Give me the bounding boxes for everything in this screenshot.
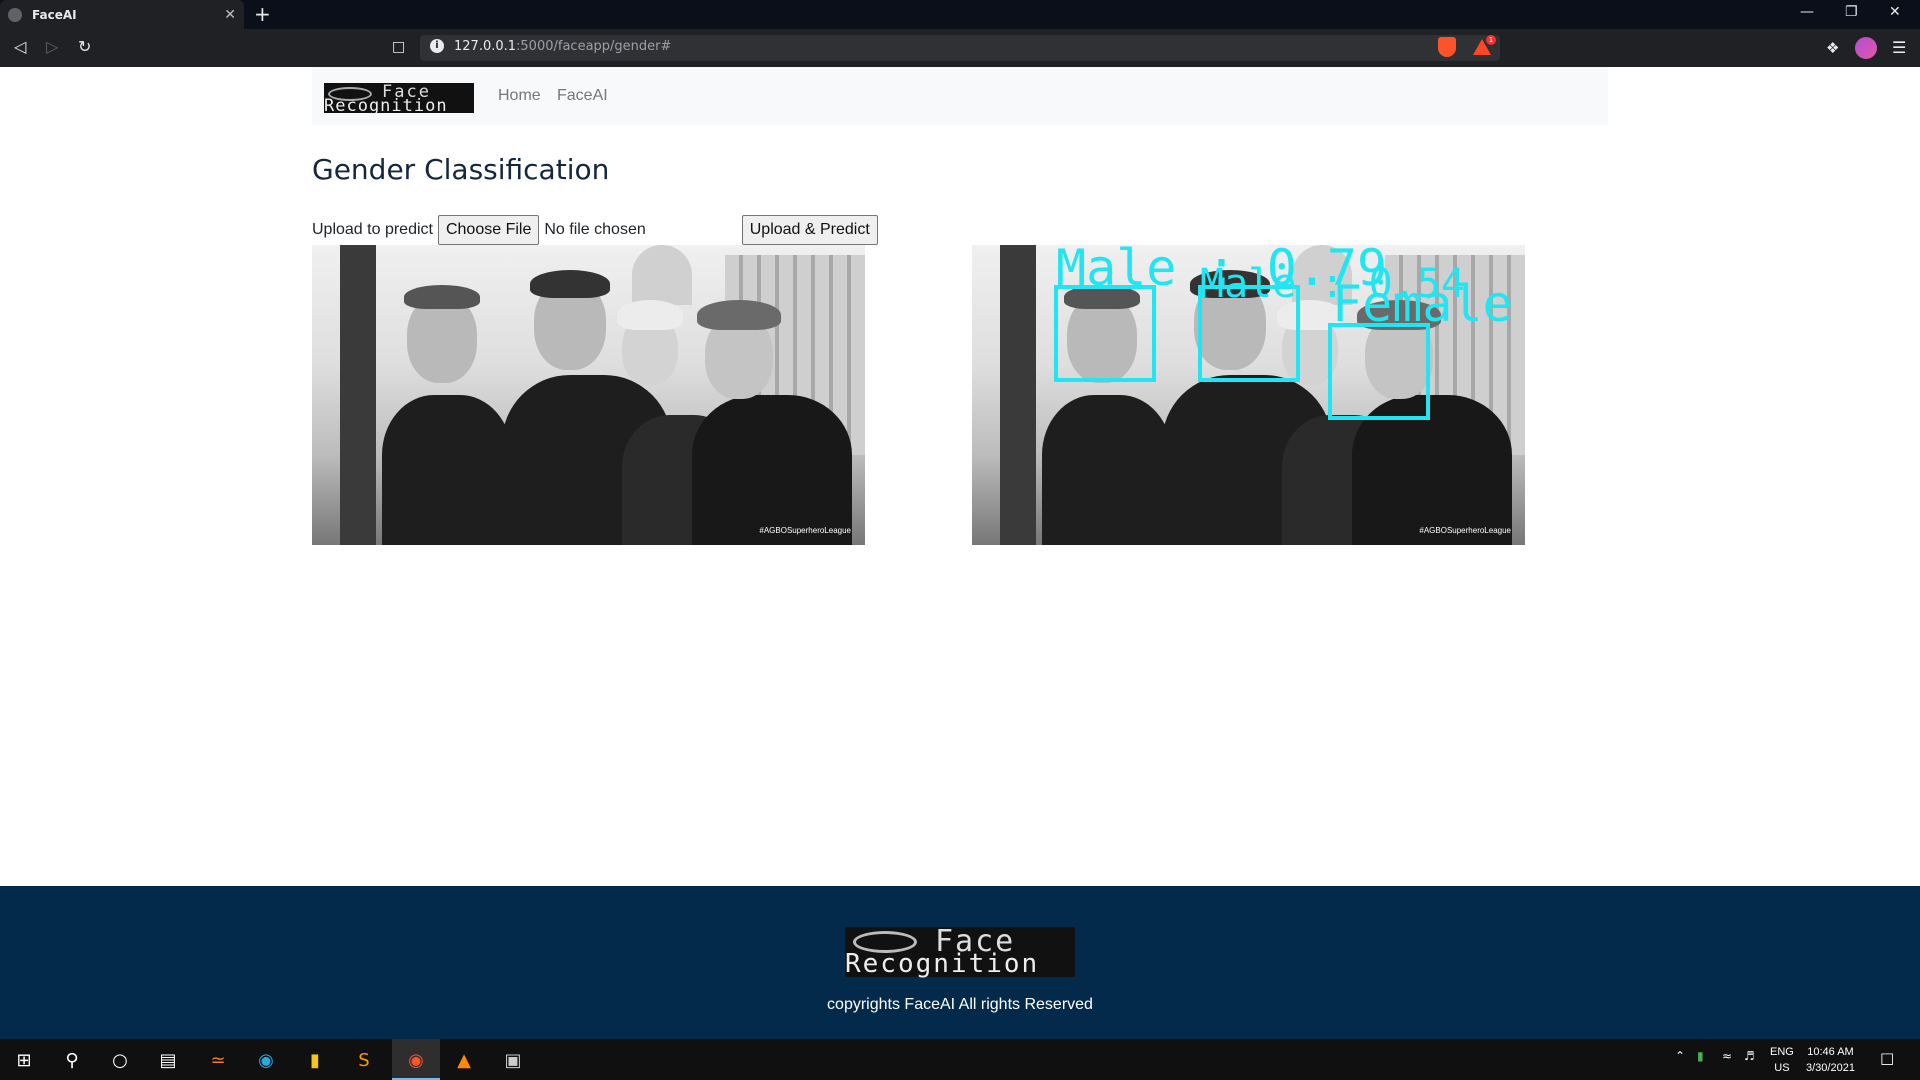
browser-tabbar: FaceAI ✕ + — ❐ ✕ <box>0 0 1920 29</box>
terminal-icon[interactable]: ▣ <box>500 1047 526 1073</box>
start-icon[interactable]: ⊞ <box>11 1047 37 1073</box>
new-tab-button[interactable]: + <box>254 4 271 24</box>
detection-box-3 <box>1328 323 1430 420</box>
prediction-image: #AGBOSuperheroLeague Male : 0.79 Male : … <box>972 245 1525 545</box>
volume-icon[interactable]: ♬ <box>1744 1049 1755 1063</box>
clock[interactable]: 10:46 AM 3/30/2021 <box>1806 1044 1855 1076</box>
window-close-icon[interactable]: ✕ <box>1889 4 1901 20</box>
watermark: #AGBOSuperheroLeague <box>1419 526 1511 535</box>
upload-label: Upload to predict <box>312 221 433 238</box>
rewards-badge: 1 <box>1486 35 1496 45</box>
wifi-icon[interactable]: ≈ <box>1722 1049 1732 1063</box>
upload-predict-button[interactable]: Upload & Predict <box>741 215 878 245</box>
choose-file-button[interactable]: Choose File <box>437 215 540 245</box>
site-footer: Face Recognition copyrights FaceAI All r… <box>0 886 1920 1039</box>
input-image: #AGBOSuperheroLeague <box>312 245 865 545</box>
footer-logo-line2: Recognition <box>845 949 1040 979</box>
site-navbar: Face Recognition Home FaceAI <box>312 67 1608 125</box>
extensions-icon[interactable]: ❖ <box>1826 39 1839 57</box>
tab-title: FaceAI <box>32 7 77 22</box>
bookmark-icon[interactable]: □ <box>392 39 405 55</box>
cortana-icon[interactable]: ○ <box>107 1047 133 1073</box>
windows-taskbar: ⊞ ⚲ ○ ▤ ≃ ◉ ▮ S ◉ ▲ ▣ ⌃ ▮ ≈ ♬ ENG US 10:… <box>0 1039 1920 1080</box>
brave-shields-icon[interactable] <box>1438 37 1456 57</box>
detection-label-3: Female <box>1332 275 1513 333</box>
back-icon[interactable]: ◁ <box>14 37 26 56</box>
detection-box-1 <box>1054 285 1156 382</box>
restore-icon[interactable]: ❐ <box>1845 4 1858 20</box>
favicon-icon <box>8 7 22 22</box>
menu-icon[interactable]: ☰ <box>1892 38 1906 57</box>
profile-avatar[interactable] <box>1855 37 1877 59</box>
reload-icon[interactable]: ↻ <box>78 37 91 56</box>
url-text[interactable]: 127.0.0.1:5000/faceapp/gender# <box>454 39 671 54</box>
edge-icon[interactable]: ◉ <box>253 1047 279 1073</box>
sublime-text-icon[interactable]: S <box>351 1047 377 1073</box>
forward-icon[interactable]: ▷ <box>46 37 58 56</box>
site-info-icon[interactable]: i <box>430 39 444 53</box>
tray-chevron-icon[interactable]: ⌃ <box>1675 1049 1685 1063</box>
minimize-icon[interactable]: — <box>1800 4 1814 20</box>
language-indicator[interactable]: ENG US <box>1770 1044 1794 1076</box>
upload-form: Upload to predict Choose File No file ch… <box>312 215 878 245</box>
vlc-icon[interactable]: ▲ <box>451 1047 477 1073</box>
tab-close-icon[interactable]: ✕ <box>224 7 236 23</box>
page-title: Gender Classification <box>312 153 610 186</box>
brave-icon[interactable]: ◉ <box>403 1047 429 1073</box>
brand-logo[interactable]: Face Recognition <box>324 82 474 116</box>
browser-tab[interactable]: FaceAI ✕ <box>0 0 244 29</box>
nav-link-home[interactable]: Home <box>498 87 541 105</box>
task-view-icon[interactable]: ▤ <box>155 1047 181 1073</box>
search-icon[interactable]: ⚲ <box>59 1047 85 1073</box>
logo-text-line2: Recognition <box>324 96 448 116</box>
browser-toolbar: ◁ ▷ ↻ □ i 127.0.0.1:5000/faceapp/gender#… <box>0 29 1920 67</box>
web-page: Face Recognition Home FaceAI Gender Clas… <box>0 67 1920 1039</box>
copyright-text: copyrights FaceAI All rights Reserved <box>827 996 1093 1013</box>
battery-icon[interactable]: ▮ <box>1697 1049 1704 1063</box>
sublime-merge-icon[interactable]: ≃ <box>205 1047 231 1073</box>
watermark: #AGBOSuperheroLeague <box>759 526 851 535</box>
nav-link-faceai[interactable]: FaceAI <box>557 87 608 105</box>
file-status: No file chosen <box>544 221 646 238</box>
file-explorer-icon[interactable]: ▮ <box>302 1047 328 1073</box>
footer-logo: Face Recognition <box>845 924 1075 979</box>
notification-icon[interactable]: □ <box>1880 1049 1894 1067</box>
